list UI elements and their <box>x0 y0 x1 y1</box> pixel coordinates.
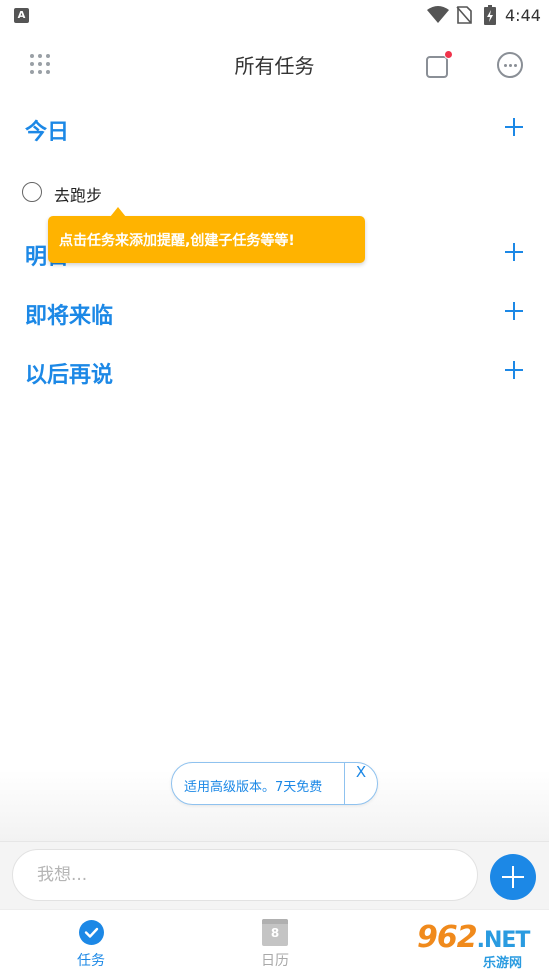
page-title: 所有任务 <box>234 54 315 78</box>
notification-icon[interactable] <box>425 50 453 80</box>
section-today: 今日 <box>0 108 549 152</box>
calendar-day-number: 8 <box>270 926 280 940</box>
section-upcoming: 即将来临 <box>0 292 549 336</box>
quick-add-bar <box>0 841 549 909</box>
section-title-today: 今日 <box>25 120 70 145</box>
add-today-task-icon[interactable] <box>503 116 525 138</box>
more-options-icon[interactable] <box>497 52 523 78</box>
add-later-task-icon[interactable] <box>503 359 525 381</box>
notification-badge <box>444 50 453 59</box>
add-task-button[interactable] <box>490 854 536 900</box>
hint-tooltip[interactable]: 点击任务来添加提醒,创建子任务等等! <box>48 207 365 263</box>
nav-tab-calendar[interactable]: 8 日历 <box>230 910 320 976</box>
bottom-navigation: 任务 8 日历 <box>0 909 549 976</box>
hint-tooltip-text: 点击任务来添加提醒,创建子任务等等! <box>59 233 295 249</box>
nav-tab-tasks[interactable]: 任务 <box>46 910 136 976</box>
status-bar: A 4:44 <box>0 0 549 30</box>
section-title-upcoming: 即将来临 <box>25 304 114 329</box>
premium-trial-text: 适用高级版本。7天免费 <box>184 780 323 795</box>
battery-charging-icon <box>484 5 496 25</box>
add-upcoming-task-icon[interactable] <box>503 300 525 322</box>
section-later: 以后再说 <box>0 351 549 395</box>
nav-tab-tasks-label: 任务 <box>77 953 105 969</box>
task-item[interactable]: 去跑步 <box>0 172 549 212</box>
nav-tab-calendar-label: 日历 <box>261 953 289 969</box>
quick-add-input[interactable] <box>12 849 478 901</box>
check-circle-icon <box>79 920 104 945</box>
premium-trial-banner[interactable]: 适用高级版本。7天免费 X <box>171 762 378 805</box>
top-app-bar: 所有任务 <box>0 34 549 94</box>
add-tomorrow-task-icon[interactable] <box>503 241 525 263</box>
no-sim-icon <box>456 6 472 24</box>
calendar-icon: 8 <box>262 919 288 946</box>
app-notification-icon: A <box>14 8 29 23</box>
task-checkbox[interactable] <box>22 182 42 202</box>
section-title-later: 以后再说 <box>25 363 114 388</box>
wifi-icon <box>427 6 449 23</box>
banner-close-button[interactable]: X <box>345 763 377 804</box>
status-time: 4:44 <box>505 6 541 25</box>
task-label: 去跑步 <box>54 186 103 205</box>
